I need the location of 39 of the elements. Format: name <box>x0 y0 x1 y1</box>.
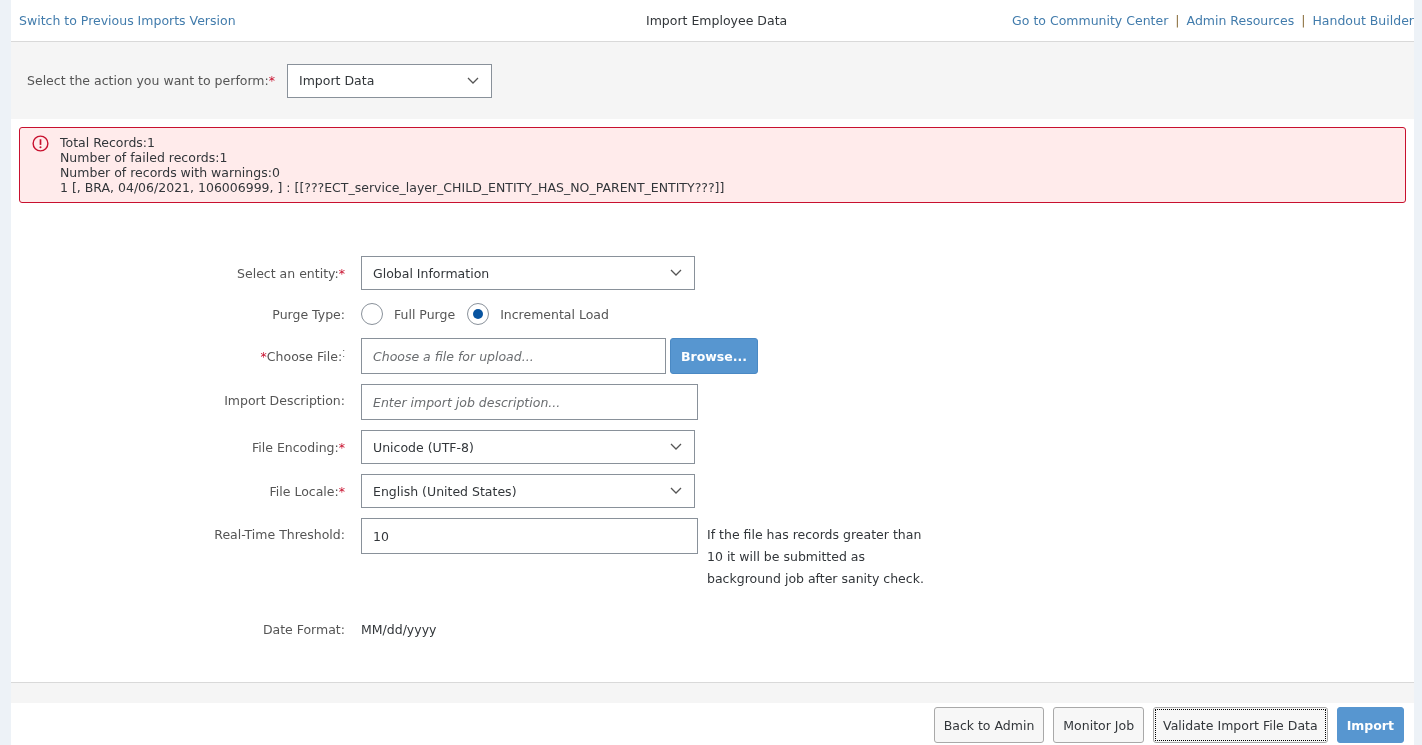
chevron-down-icon <box>670 487 682 495</box>
field-label: Import Description: <box>223 392 346 410</box>
field-label: Select an entity:* <box>236 265 346 281</box>
hint-text: If the file has records greater than 10 it will be submitted as background job after sanity check. <box>707 526 925 588</box>
error-text: Total Records:1 <box>60 135 157 150</box>
dropdown[interactable]: Global Information <box>361 256 695 290</box>
error-text: 1 [, BRA, 04/06/2021, 106006999, ] : [[???ECT_service_layer_CHILD_ENTITY_HAS_NO_PARENT_ENTITY???]] <box>60 180 725 195</box>
action-dropdown[interactable]: Import Data <box>287 63 492 98</box>
header-link[interactable]: Handout Builder <box>1312 13 1414 28</box>
chevron-down-icon <box>670 443 682 451</box>
field-label: Real-Time Threshold: <box>213 526 346 544</box>
dropdown[interactable]: English (United States) <box>361 474 695 508</box>
field-label: Date Format: <box>261 621 346 637</box>
date-format-value: MM/dd/yyyy <box>361 621 437 637</box>
field-label: Purge Type: <box>271 306 346 322</box>
field-label: *Choose File:⁚ <box>259 348 346 364</box>
header-link[interactable]: Go to Community Center <box>1012 13 1169 28</box>
file-path-field[interactable]: Choose a file for upload... <box>361 338 666 374</box>
radio-label: Full Purge <box>394 306 456 322</box>
chevron-down-icon <box>467 76 479 85</box>
header-link[interactable]: Admin Resources <box>1186 13 1295 28</box>
error-icon <box>32 135 49 152</box>
footer-button[interactable]: Validate Import File Data <box>1153 707 1328 743</box>
footer-button[interactable]: Monitor Job <box>1053 707 1145 743</box>
link-separator: | <box>1175 13 1180 28</box>
error-text: Number of failed records:1 <box>60 150 229 165</box>
dropdown[interactable]: Unicode (UTF-8) <box>361 430 695 464</box>
input-field[interactable]: 10 <box>361 518 698 554</box>
error-text: Number of records with warnings:0 <box>60 165 281 180</box>
page-title: Import Employee Data <box>646 13 788 28</box>
radio-label: Incremental Load <box>500 306 609 322</box>
field-label: File Encoding:* <box>251 439 346 455</box>
previous-version-link[interactable]: Switch to Previous Imports Version <box>19 13 236 28</box>
input-field[interactable]: Enter import job description... <box>361 384 698 420</box>
footer-button[interactable]: Back to Admin <box>933 707 1045 743</box>
link-separator: | <box>1301 13 1306 28</box>
action-label: Select the action you want to perform:* <box>27 73 275 88</box>
field-label: File Locale:* <box>268 483 346 499</box>
chevron-down-icon <box>670 269 682 277</box>
